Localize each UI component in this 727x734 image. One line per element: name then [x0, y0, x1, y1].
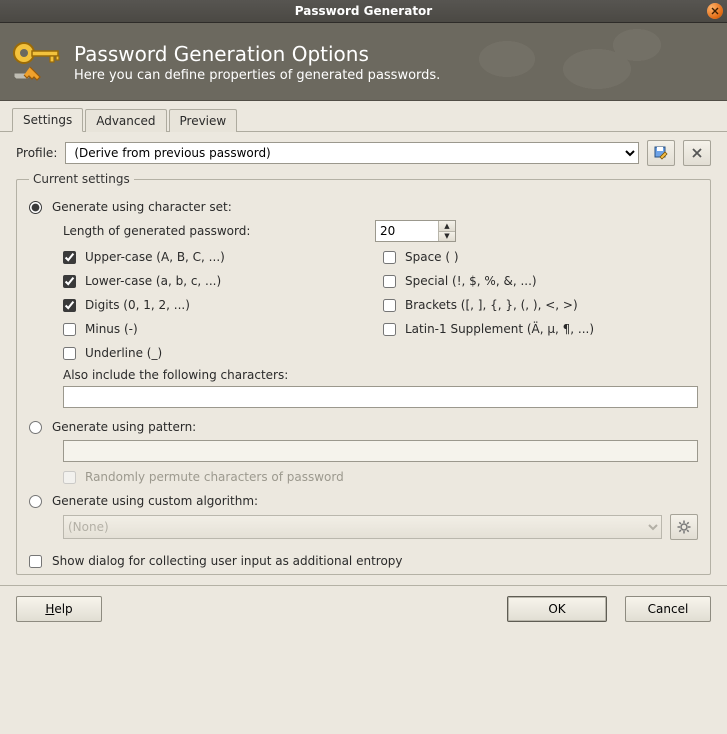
dialog-buttons: Help OK Cancel	[0, 586, 727, 632]
spinner-up-icon[interactable]: ▲	[439, 221, 455, 231]
profile-select[interactable]: (Derive from previous password)	[65, 142, 639, 164]
length-input[interactable]	[376, 221, 438, 241]
length-spinner[interactable]: ▲ ▼	[375, 220, 456, 242]
pattern-input[interactable]	[63, 440, 698, 462]
cb-brackets[interactable]: Brackets ([, ], {, }, (, ), <, >)	[383, 298, 698, 312]
cb-underline[interactable]: Underline (_)	[63, 346, 383, 360]
save-profile-button[interactable]	[647, 140, 675, 166]
cb-permute: Randomly permute characters of password	[63, 470, 698, 484]
cb-entropy[interactable]: Show dialog for collecting user input as…	[29, 554, 698, 568]
tabs: Settings Advanced Preview	[0, 101, 727, 132]
cb-upper[interactable]: Upper-case (A, B, C, ...)	[63, 250, 383, 264]
cb-space[interactable]: Space ( )	[383, 250, 698, 264]
header-title: Password Generation Options	[74, 42, 440, 66]
delete-profile-button[interactable]	[683, 140, 711, 166]
cb-latin1[interactable]: Latin-1 Supplement (Ä, µ, ¶, ...)	[383, 322, 698, 336]
mode-charset-radio[interactable]: Generate using character set:	[29, 200, 698, 214]
window-title: Password Generator	[295, 4, 432, 18]
gear-icon	[677, 520, 691, 534]
title-bar: Password Generator	[0, 0, 727, 23]
mode-custom-radio[interactable]: Generate using custom algorithm:	[29, 494, 698, 508]
tab-settings[interactable]: Settings	[12, 108, 83, 132]
length-label: Length of generated password:	[63, 224, 363, 238]
cb-lower[interactable]: Lower-case (a, b, c, ...)	[63, 274, 383, 288]
ok-button[interactable]: OK	[507, 596, 607, 622]
profile-label: Profile:	[16, 146, 57, 160]
cb-digits[interactable]: Digits (0, 1, 2, ...)	[63, 298, 383, 312]
close-icon[interactable]	[707, 3, 723, 19]
header-subtitle: Here you can define properties of genera…	[74, 68, 440, 83]
header-banner: Password Generation Options Here you can…	[0, 23, 727, 101]
x-icon	[691, 147, 703, 159]
cb-minus[interactable]: Minus (-)	[63, 322, 383, 336]
cancel-button[interactable]: Cancel	[625, 596, 711, 622]
tab-preview[interactable]: Preview	[169, 109, 238, 132]
tab-advanced[interactable]: Advanced	[85, 109, 166, 132]
also-include-label: Also include the following characters:	[63, 368, 698, 382]
cb-special[interactable]: Special (!, $, %, &, ...)	[383, 274, 698, 288]
help-button[interactable]: Help	[16, 596, 102, 622]
disk-pencil-icon	[654, 146, 668, 160]
group-legend: Current settings	[29, 172, 134, 186]
mode-pattern-radio[interactable]: Generate using pattern:	[29, 420, 698, 434]
also-include-input[interactable]	[63, 386, 698, 408]
spinner-down-icon[interactable]: ▼	[439, 231, 455, 242]
key-icon	[10, 35, 64, 89]
algorithm-settings-button[interactable]	[670, 514, 698, 540]
algorithm-select[interactable]: (None)	[63, 515, 662, 539]
current-settings-group: Current settings Generate using characte…	[16, 172, 711, 575]
